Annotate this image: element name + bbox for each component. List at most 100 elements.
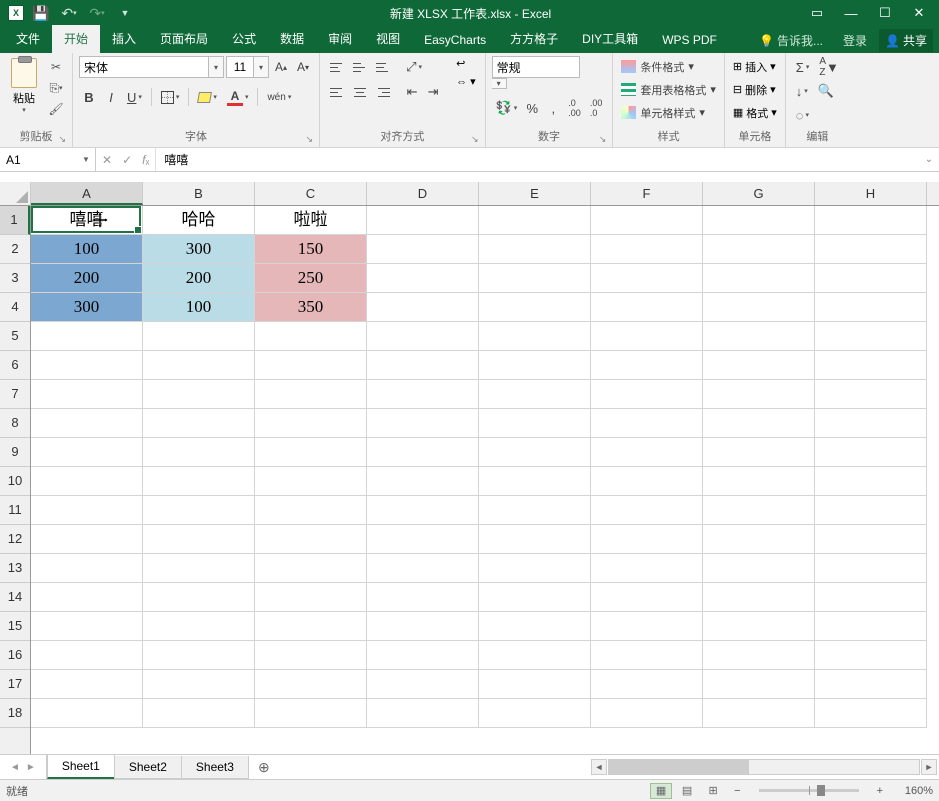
minimize-button[interactable]: — [835,2,867,24]
cell-H18[interactable] [815,699,927,728]
cell-D13[interactable] [367,554,479,583]
italic-button[interactable]: I [101,86,121,108]
column-header-D[interactable]: D [367,182,479,205]
expand-formula-bar-button[interactable]: ⌄ [919,148,939,171]
cell-G8[interactable] [703,409,815,438]
find-select-button[interactable]: 🔍 [814,80,838,102]
font-name-combo[interactable]: ▾ [79,56,224,78]
cell-H16[interactable] [815,641,927,670]
cell-G7[interactable] [703,380,815,409]
cell-D12[interactable] [367,525,479,554]
scroll-right-button[interactable]: ► [921,759,937,775]
cell-C16[interactable] [255,641,367,670]
cell-B18[interactable] [143,699,255,728]
cell-F10[interactable] [591,467,703,496]
sheet-tab-sheet1[interactable]: Sheet1 [47,755,115,779]
share-button[interactable]: 👤共享 [879,29,933,52]
align-left-button[interactable] [326,81,348,103]
cell-H13[interactable] [815,554,927,583]
cell-E4[interactable] [479,293,591,322]
cell-B7[interactable] [143,380,255,409]
sheet-tab-sheet2[interactable]: Sheet2 [114,756,182,779]
cell-E8[interactable] [479,409,591,438]
currency-button[interactable]: 💱▾ [492,97,522,119]
cell-E17[interactable] [479,670,591,699]
clipboard-launcher[interactable]: ↘ [58,134,66,145]
cell-H5[interactable] [815,322,927,351]
row-header-10[interactable]: 10 [0,467,30,496]
cell-B2[interactable]: 300 [143,235,255,264]
cell-B3[interactable]: 200 [143,264,255,293]
cell-F16[interactable] [591,641,703,670]
cell-D2[interactable] [367,235,479,264]
cell-A9[interactable] [31,438,143,467]
cell-B15[interactable] [143,612,255,641]
cell-D6[interactable] [367,351,479,380]
cell-A10[interactable] [31,467,143,496]
cell-F4[interactable] [591,293,703,322]
cell-E6[interactable] [479,351,591,380]
cell-F14[interactable] [591,583,703,612]
cell-G13[interactable] [703,554,815,583]
cell-F1[interactable] [591,206,703,235]
login-button[interactable]: 登录 [835,28,875,53]
cell-B17[interactable] [143,670,255,699]
alignment-launcher[interactable]: ↘ [471,134,479,145]
delete-cells-button[interactable]: ⊟删除▾ [731,79,778,100]
font-launcher[interactable]: ↘ [306,134,314,145]
align-bottom-button[interactable] [372,56,394,78]
cell-G15[interactable] [703,612,815,641]
comma-button[interactable]: , [543,97,563,119]
cell-E2[interactable] [479,235,591,264]
cell-B13[interactable] [143,554,255,583]
cell-D3[interactable] [367,264,479,293]
border-button[interactable]: ▾ [157,86,184,108]
cell-G18[interactable] [703,699,815,728]
cell-C18[interactable] [255,699,367,728]
increase-indent-button[interactable]: ⇥ [423,81,443,103]
zoom-slider[interactable] [759,789,859,792]
cell-H8[interactable] [815,409,927,438]
normal-view-button[interactable]: ▦ [650,783,672,799]
cell-H15[interactable] [815,612,927,641]
page-break-view-button[interactable]: ⊞ [702,783,724,799]
row-header-13[interactable]: 13 [0,554,30,583]
row-header-1[interactable]: 1 [0,206,30,235]
cell-H7[interactable] [815,380,927,409]
cell-E1[interactable] [479,206,591,235]
tell-me-button[interactable]: 💡告诉我... [751,28,831,53]
cell-G9[interactable] [703,438,815,467]
align-center-button[interactable] [349,81,371,103]
cell-G4[interactable] [703,293,815,322]
clear-button[interactable]: ◌▾ [792,104,813,126]
new-sheet-button[interactable]: ⊕ [248,755,280,779]
tab-review[interactable]: 审阅 [316,25,364,53]
increase-font-button[interactable]: A▴ [271,56,291,78]
cut-button[interactable]: ✂ [46,58,66,76]
underline-button[interactable]: U▾ [123,86,146,108]
column-header-H[interactable]: H [815,182,927,205]
cell-B5[interactable] [143,322,255,351]
row-header-15[interactable]: 15 [0,612,30,641]
zoom-in-button[interactable]: + [871,785,889,797]
row-header-4[interactable]: 4 [0,293,30,322]
cell-B14[interactable] [143,583,255,612]
qat-customize-button[interactable]: ▼ [114,2,136,24]
name-box-dropdown[interactable]: ▼ [78,155,94,164]
cell-H4[interactable] [815,293,927,322]
cell-D17[interactable] [367,670,479,699]
format-cells-button[interactable]: ▦格式▾ [731,102,779,123]
cell-A1[interactable]: 嘻嘻 [31,206,143,235]
column-header-C[interactable]: C [255,182,367,205]
sheet-nav-last[interactable]: ► [26,762,36,773]
row-header-7[interactable]: 7 [0,380,30,409]
cell-F5[interactable] [591,322,703,351]
cell-B8[interactable] [143,409,255,438]
cell-F11[interactable] [591,496,703,525]
cell-C11[interactable] [255,496,367,525]
zoom-level[interactable]: 160% [893,785,933,797]
cell-F6[interactable] [591,351,703,380]
cell-B11[interactable] [143,496,255,525]
cell-C2[interactable]: 150 [255,235,367,264]
cell-D11[interactable] [367,496,479,525]
